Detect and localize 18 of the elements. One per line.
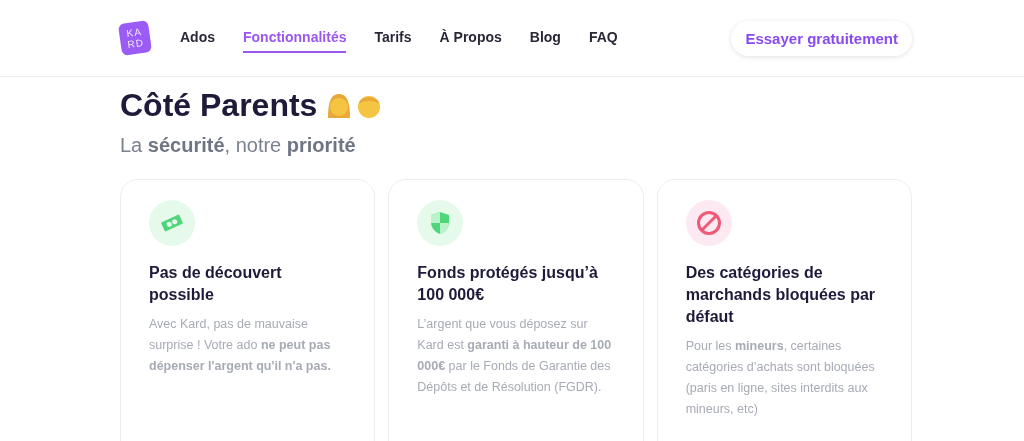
section-subheading: La sécurité, notre priorité	[120, 134, 357, 157]
card-title: Pas de découvert possible	[149, 263, 283, 305]
card-description: Avec Kard, pas de mauvaise surprise ! Votre ado ne peut pas dépenser l'argent qu'il n'a pas.	[149, 316, 332, 375]
nav-link[interactable]: FAQ	[588, 23, 618, 53]
card-title: Fonds protégés jusqu’à 100 000€	[417, 263, 599, 305]
card-description: L’argent que vous déposez sur Kard est garanti à hauteur de 100 000€ par le Fonds de Garantie des Dépôts et de Résolution (FGDR).	[417, 316, 613, 396]
section-heading: Côté Parents	[120, 87, 318, 124]
shield-icon	[430, 211, 451, 235]
try-free-button[interactable]: Essayer gratuitement	[731, 20, 912, 56]
prohibited-icon	[695, 210, 722, 236]
nav-link[interactable]: À Propos	[439, 23, 502, 53]
card-title: Des catégories de marchands bloquées par défaut	[685, 263, 877, 327]
nav-link[interactable]: Ados	[180, 23, 215, 53]
nav-link[interactable]: Blog	[529, 23, 561, 53]
nav-link[interactable]: Fonctionnalités	[243, 23, 347, 53]
nav-link[interactable]: Tarifs	[374, 23, 412, 53]
card-description: Pour les mineurs, certaines catégories d’achats sont bloquées (paris en ligne, sites interdits aux mineurs, etc)	[685, 338, 876, 418]
logo[interactable]: KA RD	[117, 20, 153, 56]
